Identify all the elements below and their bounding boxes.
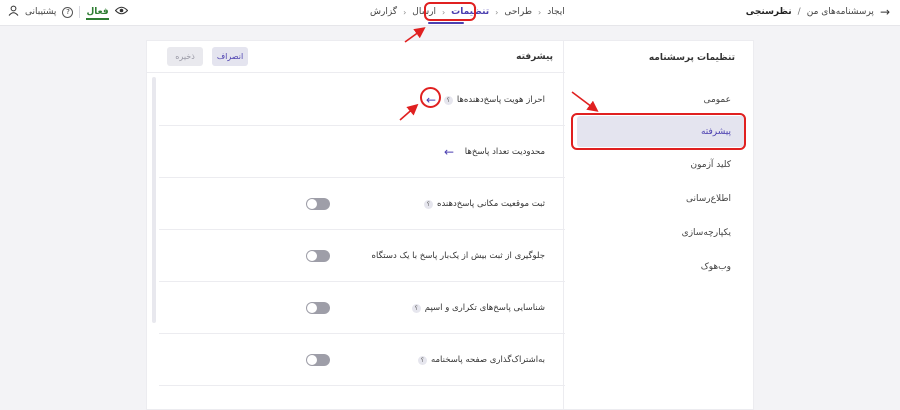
sidebar-item-notifications[interactable]: اطلاع‌رسانی bbox=[686, 194, 731, 204]
sidebar-item-webhook[interactable]: وب‌هوک bbox=[701, 262, 731, 272]
setting-label: ثبت موقعیت مکانی پاسخ‌دهنده ؟ bbox=[423, 199, 545, 209]
setting-label: جلوگیری از ثبت بیش از یک‌بار پاسخ با یک … bbox=[372, 251, 545, 261]
scrollbar[interactable] bbox=[152, 77, 156, 323]
step-design[interactable]: طراحی bbox=[502, 7, 534, 17]
settings-sidebar: تنظیمات پرسشنامه عمومی پیشرفته کلید آزمو… bbox=[563, 41, 753, 409]
question-icon[interactable]: ؟ bbox=[411, 303, 421, 313]
topbar-actions: فعال ? پشتیبانی bbox=[8, 0, 128, 24]
arrow-left-icon[interactable]: ← bbox=[444, 146, 454, 158]
breadcrumb-separator: / bbox=[797, 7, 801, 17]
setting-label: احراز هویت پاسخ‌دهنده‌ها ؟ bbox=[443, 95, 545, 105]
top-bar: → پرسشنامه‌های من / نظرسنجی ایجاد ‹ طراح… bbox=[0, 0, 900, 26]
setting-label: شناسایی پاسخ‌های تکراری و اسپم ؟ bbox=[411, 303, 545, 313]
sidebar-item-integration[interactable]: یکپارچه‌سازی bbox=[682, 228, 731, 238]
question-icon[interactable]: ؟ bbox=[417, 355, 427, 365]
step-report[interactable]: گزارش bbox=[368, 7, 399, 17]
setting-row-location: ثبت موقعیت مکانی پاسخ‌دهنده ؟ bbox=[159, 178, 565, 230]
spam-detection-toggle[interactable] bbox=[306, 302, 330, 314]
step-create[interactable]: ایجاد bbox=[545, 7, 567, 17]
setting-label-text: محدودیت تعداد پاسخ‌ها bbox=[464, 147, 545, 157]
user-icon[interactable] bbox=[8, 5, 19, 19]
panel-header: پیشرفته انصراف ذخیره bbox=[147, 41, 565, 73]
eye-icon[interactable] bbox=[114, 6, 128, 18]
panel-title: پیشرفته bbox=[516, 52, 553, 62]
sidebar-item-general[interactable]: عمومی bbox=[703, 95, 731, 105]
step-send[interactable]: ارسال bbox=[410, 7, 438, 17]
question-icon[interactable]: ؟ bbox=[443, 95, 453, 105]
setting-label: به‌اشتراک‌گذاری صفحه پاسخنامه ؟ bbox=[417, 355, 545, 365]
setting-row-share-response: به‌اشتراک‌گذاری صفحه پاسخنامه ؟ bbox=[159, 334, 565, 386]
sidebar-item-advanced[interactable]: پیشرفته bbox=[577, 116, 745, 147]
breadcrumb-current: نظرسنجی bbox=[745, 7, 792, 17]
setting-label-text: شناسایی پاسخ‌های تکراری و اسپم bbox=[424, 303, 545, 313]
setting-label: محدودیت تعداد پاسخ‌ها bbox=[465, 147, 545, 157]
chevron-left-icon: ‹ bbox=[403, 7, 407, 17]
cancel-button[interactable]: انصراف bbox=[212, 47, 248, 66]
setting-row-respondent-auth[interactable]: احراز هویت پاسخ‌دهنده‌ها ؟ ← bbox=[159, 74, 565, 126]
breadcrumb-root[interactable]: پرسشنامه‌های من bbox=[807, 7, 874, 17]
divider bbox=[79, 6, 81, 18]
sidebar-item-quiz-key[interactable]: کلید آزمون bbox=[691, 160, 732, 170]
back-arrow-icon[interactable]: → bbox=[880, 5, 890, 19]
chevron-left-icon: ‹ bbox=[538, 7, 542, 17]
setting-label-text: جلوگیری از ثبت بیش از یک‌بار پاسخ با یک … bbox=[371, 251, 545, 261]
step-settings[interactable]: تنظیمات bbox=[449, 7, 491, 17]
breadcrumb: → پرسشنامه‌های من / نظرسنجی bbox=[746, 0, 890, 24]
setting-row-single-device: جلوگیری از ثبت بیش از یک‌بار پاسخ با یک … bbox=[159, 230, 565, 282]
share-response-toggle[interactable] bbox=[306, 354, 330, 366]
sidebar-item-label: پیشرفته bbox=[700, 126, 731, 137]
location-toggle[interactable] bbox=[306, 198, 330, 210]
chevron-left-icon: ‹ bbox=[495, 7, 499, 17]
chevron-left-icon: ‹ bbox=[441, 7, 446, 17]
setting-row-spam-detection: شناسایی پاسخ‌های تکراری و اسپم ؟ bbox=[159, 282, 565, 334]
support-link[interactable]: پشتیبانی bbox=[25, 7, 56, 17]
setting-label-text: احراز هویت پاسخ‌دهنده‌ها bbox=[456, 95, 545, 105]
single-device-toggle[interactable] bbox=[306, 250, 330, 262]
sidebar-title: تنظیمات پرسشنامه bbox=[648, 53, 735, 63]
settings-card: تنظیمات پرسشنامه عمومی پیشرفته کلید آزمو… bbox=[146, 40, 754, 410]
arrow-left-icon[interactable]: ← bbox=[426, 94, 436, 106]
active-step-underline bbox=[428, 22, 464, 24]
setting-row-response-limit[interactable]: محدودیت تعداد پاسخ‌ها ← bbox=[159, 126, 565, 178]
question-icon[interactable]: ؟ bbox=[423, 199, 433, 209]
step-nav: ایجاد ‹ طراحی ‹ تنظیمات ‹ ارسال ‹ گزارش bbox=[368, 0, 567, 24]
help-circle-icon[interactable]: ? bbox=[62, 6, 74, 18]
save-button[interactable]: ذخیره bbox=[167, 47, 203, 66]
status-badge[interactable]: فعال bbox=[86, 7, 109, 20]
setting-label-text: ثبت موقعیت مکانی پاسخ‌دهنده bbox=[436, 199, 545, 209]
advanced-settings-panel: پیشرفته انصراف ذخیره احراز هویت پاسخ‌دهن… bbox=[147, 41, 565, 409]
setting-label-text: به‌اشتراک‌گذاری صفحه پاسخنامه bbox=[430, 355, 545, 365]
